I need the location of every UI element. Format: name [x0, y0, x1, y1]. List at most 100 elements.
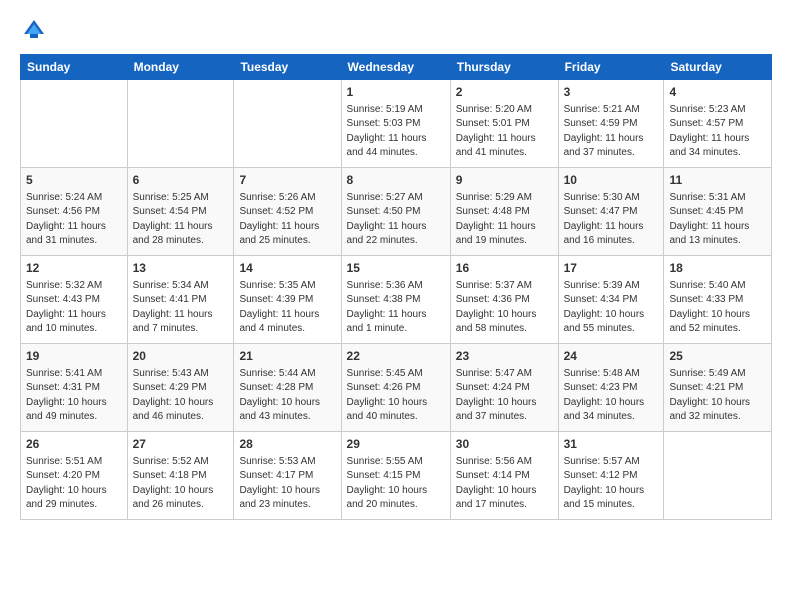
day-info: Sunrise: 5:57 AM Sunset: 4:12 PM Dayligh… [564, 455, 659, 513]
day-cell-25: 25 Sunrise: 5:49 AM Sunset: 4:21 PM Dayli… [664, 344, 772, 432]
day-info: Sunrise: 5:19 AM Sunset: 5:03 PM Dayligh… [347, 103, 445, 161]
day-info: Sunrise: 5:26 AM Sunset: 4:52 PM Dayligh… [239, 191, 335, 249]
day-cell-7: 7 Sunrise: 5:26 AM Sunset: 4:52 PM Daylig… [234, 168, 341, 256]
day-number: 13 [133, 260, 229, 277]
day-info: Sunrise: 5:31 AM Sunset: 4:45 PM Dayligh… [669, 191, 766, 249]
day-info: Sunrise: 5:35 AM Sunset: 4:39 PM Dayligh… [239, 279, 335, 337]
weekday-header-friday: Friday [558, 55, 664, 80]
day-cell-2: 2Sunrise: 5:20 AM Sunset: 5:01 PM Daylig… [450, 80, 558, 168]
weekday-header-wednesday: Wednesday [341, 55, 450, 80]
day-info: Sunrise: 5:27 AM Sunset: 4:50 PM Dayligh… [347, 191, 445, 249]
day-number: 5 [26, 172, 122, 189]
day-info: Sunrise: 5:24 AM Sunset: 4:56 PM Dayligh… [26, 191, 122, 249]
day-info: Sunrise: 5:23 AM Sunset: 4:57 PM Dayligh… [669, 103, 766, 161]
empty-cell [234, 80, 341, 168]
day-cell-31: 31 Sunrise: 5:57 AM Sunset: 4:12 PM Dayli… [558, 432, 664, 520]
logo [20, 16, 52, 44]
calendar-week-1: 1 Sunrise: 5:19 AM Sunset: 5:03 PM Daylig… [21, 80, 772, 168]
day-info: Sunrise: 5:56 AM Sunset: 4:14 PM Dayligh… [456, 455, 553, 513]
day-cell-24: 24 Sunrise: 5:48 AM Sunset: 4:23 PM Dayli… [558, 344, 664, 432]
day-info: Sunrise: 5:41 AM Sunset: 4:31 PM Dayligh… [26, 367, 122, 425]
calendar-week-5: 26 Sunrise: 5:51 AM Sunset: 4:20 PM Dayli… [21, 432, 772, 520]
day-cell-8: 8 Sunrise: 5:27 AM Sunset: 4:50 PM Daylig… [341, 168, 450, 256]
day-info: Sunrise: 5:51 AM Sunset: 4:20 PM Dayligh… [26, 455, 122, 513]
day-number: 14 [239, 260, 335, 277]
day-cell-4: 4 Sunrise: 5:23 AM Sunset: 4:57 PM Daylig… [664, 80, 772, 168]
day-number: 17 [564, 260, 659, 277]
day-cell-10: 10 Sunrise: 5:30 AM Sunset: 4:47 PM Dayli… [558, 168, 664, 256]
day-cell-9: 9 Sunrise: 5:29 AM Sunset: 4:48 PM Daylig… [450, 168, 558, 256]
calendar-week-4: 19 Sunrise: 5:41 AM Sunset: 4:31 PM Dayli… [21, 344, 772, 432]
day-number: 11 [669, 172, 766, 189]
day-number: 25 [669, 348, 766, 365]
empty-cell [127, 80, 234, 168]
day-cell-13: 13Sunrise: 5:34 AM Sunset: 4:41 PM Dayli… [127, 256, 234, 344]
day-info: Sunrise: 5:52 AM Sunset: 4:18 PM Dayligh… [133, 455, 229, 513]
day-number: 20 [133, 348, 229, 365]
day-cell-14: 14 Sunrise: 5:35 AM Sunset: 4:39 PM Dayli… [234, 256, 341, 344]
day-info: Sunrise: 5:47 AM Sunset: 4:24 PM Dayligh… [456, 367, 553, 425]
day-number: 19 [26, 348, 122, 365]
day-number: 27 [133, 436, 229, 453]
day-number: 22 [347, 348, 445, 365]
day-info: Sunrise: 5:53 AM Sunset: 4:17 PM Dayligh… [239, 455, 335, 513]
day-info: Sunrise: 5:20 AM Sunset: 5:01 PM Dayligh… [456, 103, 553, 161]
day-cell-5: 5 Sunrise: 5:24 AM Sunset: 4:56 PM Daylig… [21, 168, 128, 256]
day-number: 1 [347, 84, 445, 101]
day-cell-30: 30 Sunrise: 5:56 AM Sunset: 4:14 PM Dayli… [450, 432, 558, 520]
day-info: Sunrise: 5:49 AM Sunset: 4:21 PM Dayligh… [669, 367, 766, 425]
day-number: 7 [239, 172, 335, 189]
day-info: Sunrise: 5:45 AM Sunset: 4:26 PM Dayligh… [347, 367, 445, 425]
header [20, 16, 772, 44]
calendar-week-3: 12 Sunrise: 5:32 AM Sunset: 4:43 PM Dayli… [21, 256, 772, 344]
day-number: 8 [347, 172, 445, 189]
day-info: Sunrise: 5:48 AM Sunset: 4:23 PM Dayligh… [564, 367, 659, 425]
day-info: Sunrise: 5:44 AM Sunset: 4:28 PM Dayligh… [239, 367, 335, 425]
day-number: 23 [456, 348, 553, 365]
day-number: 6 [133, 172, 229, 189]
day-number: 16 [456, 260, 553, 277]
day-cell-18: 18Sunrise: 5:40 AM Sunset: 4:33 PM Dayli… [664, 256, 772, 344]
day-cell-6: 6 Sunrise: 5:25 AM Sunset: 4:54 PM Daylig… [127, 168, 234, 256]
day-cell-23: 23 Sunrise: 5:47 AM Sunset: 4:24 PM Dayli… [450, 344, 558, 432]
day-number: 12 [26, 260, 122, 277]
day-number: 26 [26, 436, 122, 453]
day-info: Sunrise: 5:55 AM Sunset: 4:15 PM Dayligh… [347, 455, 445, 513]
day-info: Sunrise: 5:25 AM Sunset: 4:54 PM Dayligh… [133, 191, 229, 249]
day-number: 30 [456, 436, 553, 453]
day-info: Sunrise: 5:30 AM Sunset: 4:47 PM Dayligh… [564, 191, 659, 249]
day-info: Sunrise: 5:43 AM Sunset: 4:29 PM Dayligh… [133, 367, 229, 425]
day-cell-26: 26 Sunrise: 5:51 AM Sunset: 4:20 PM Dayli… [21, 432, 128, 520]
day-number: 29 [347, 436, 445, 453]
day-number: 24 [564, 348, 659, 365]
day-info: Sunrise: 5:21 AM Sunset: 4:59 PM Dayligh… [564, 103, 659, 161]
day-number: 15 [347, 260, 445, 277]
day-cell-19: 19 Sunrise: 5:41 AM Sunset: 4:31 PM Dayli… [21, 344, 128, 432]
day-cell-29: 29 Sunrise: 5:55 AM Sunset: 4:15 PM Dayli… [341, 432, 450, 520]
day-number: 9 [456, 172, 553, 189]
day-cell-17: 17Sunrise: 5:39 AM Sunset: 4:34 PM Dayli… [558, 256, 664, 344]
weekday-header-sunday: Sunday [21, 55, 128, 80]
day-cell-11: 11 Sunrise: 5:31 AM Sunset: 4:45 PM Dayli… [664, 168, 772, 256]
empty-cell [664, 432, 772, 520]
day-cell-3: 3Sunrise: 5:21 AM Sunset: 4:59 PM Daylig… [558, 80, 664, 168]
day-number: 4 [669, 84, 766, 101]
day-cell-16: 16Sunrise: 5:37 AM Sunset: 4:36 PM Dayli… [450, 256, 558, 344]
calendar-page: SundayMondayTuesdayWednesdayThursdayFrid… [0, 0, 792, 612]
day-number: 18 [669, 260, 766, 277]
day-info: Sunrise: 5:32 AM Sunset: 4:43 PM Dayligh… [26, 279, 122, 337]
day-number: 31 [564, 436, 659, 453]
day-number: 10 [564, 172, 659, 189]
day-cell-1: 1 Sunrise: 5:19 AM Sunset: 5:03 PM Daylig… [341, 80, 450, 168]
day-cell-12: 12 Sunrise: 5:32 AM Sunset: 4:43 PM Dayli… [21, 256, 128, 344]
weekday-header-tuesday: Tuesday [234, 55, 341, 80]
day-cell-20: 20 Sunrise: 5:43 AM Sunset: 4:29 PM Dayli… [127, 344, 234, 432]
day-cell-21: 21Sunrise: 5:44 AM Sunset: 4:28 PM Dayli… [234, 344, 341, 432]
calendar-week-2: 5 Sunrise: 5:24 AM Sunset: 4:56 PM Daylig… [21, 168, 772, 256]
logo-icon [20, 16, 48, 44]
day-info: Sunrise: 5:29 AM Sunset: 4:48 PM Dayligh… [456, 191, 553, 249]
day-cell-15: 15Sunrise: 5:36 AM Sunset: 4:38 PM Dayli… [341, 256, 450, 344]
weekday-header-saturday: Saturday [664, 55, 772, 80]
day-cell-22: 22 Sunrise: 5:45 AM Sunset: 4:26 PM Dayli… [341, 344, 450, 432]
empty-cell [21, 80, 128, 168]
